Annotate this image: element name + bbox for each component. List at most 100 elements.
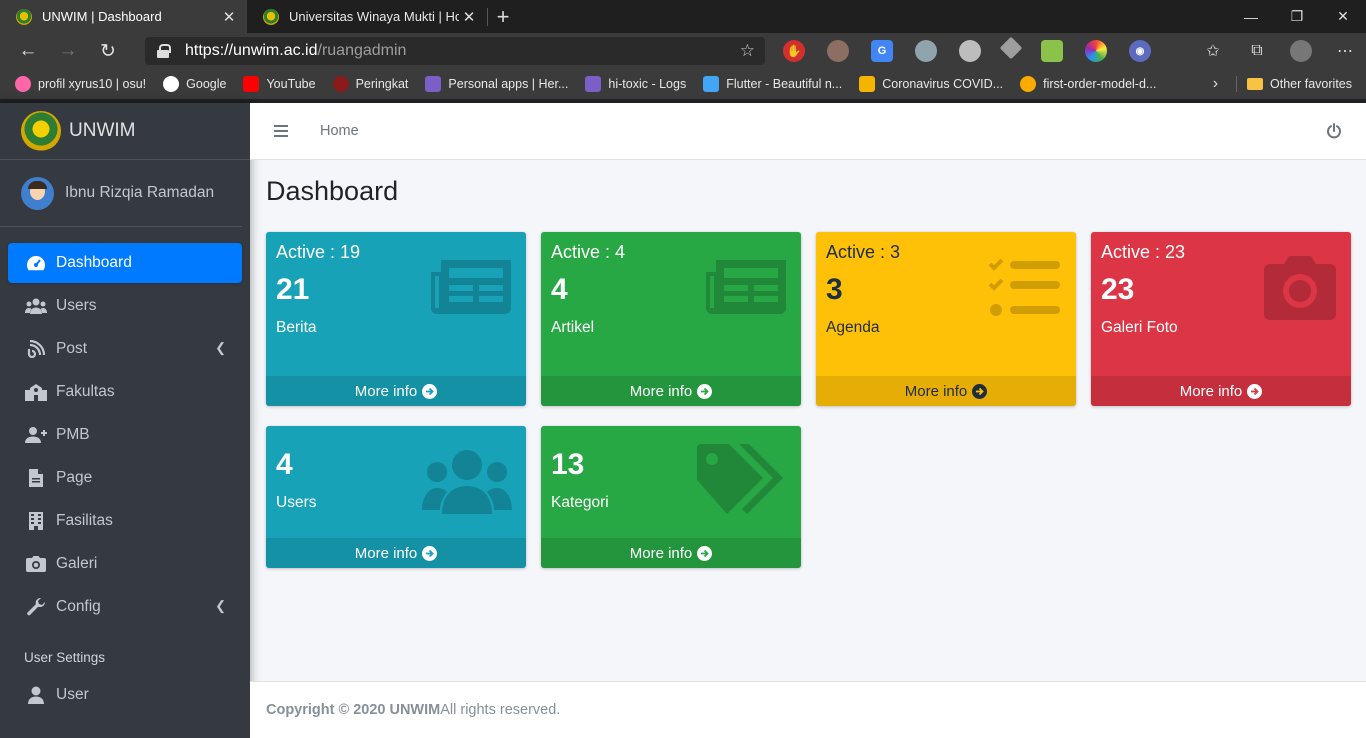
sidebar-item-users[interactable]: Users	[8, 286, 242, 326]
address-bar-row: ← → ↻ https://unwim.ac.id/ruangadmin ☆ ✋…	[0, 33, 1366, 69]
more-info-link[interactable]: More info	[1091, 376, 1351, 406]
sidebar-item-label: Fakultas	[56, 383, 115, 400]
sidebar-item-user[interactable]: User	[8, 675, 242, 715]
collections-icon[interactable]: ⧉	[1246, 40, 1268, 62]
minimize-icon[interactable]: —	[1228, 0, 1274, 33]
brand-link[interactable]: UNWIM	[0, 103, 250, 160]
sidebar-item-pmb[interactable]: PMB	[8, 415, 242, 455]
more-info-link[interactable]: More info	[541, 538, 801, 568]
chevron-left-icon: ❮	[215, 598, 226, 613]
other-favorites-link[interactable]: Other favorites	[1270, 77, 1352, 91]
sidebar-item-fakultas[interactable]: Fakultas	[8, 372, 242, 412]
stat-box-artikel: Active : 4 4 Artikel More info	[541, 232, 801, 406]
sidebar-item-post[interactable]: Post ❮	[8, 329, 242, 369]
tasks-icon	[988, 258, 1060, 321]
discord-icon[interactable]: ◉	[1129, 40, 1151, 62]
forward-icon[interactable]: →	[48, 40, 88, 62]
extension-owl-icon[interactable]	[827, 40, 849, 62]
wrench-icon	[25, 597, 47, 617]
drive-icon[interactable]	[999, 36, 1023, 60]
restore-icon[interactable]: ❐	[1274, 0, 1320, 33]
stat-label: Berita	[276, 319, 317, 336]
more-info-link[interactable]: More info	[266, 538, 526, 568]
sidebar-item-config[interactable]: Config ❮	[8, 587, 242, 627]
youtube-icon	[243, 76, 260, 92]
arrow-circle-right-icon	[422, 383, 438, 399]
home-link[interactable]: Home	[320, 123, 359, 139]
sidebar-item-label: Post	[56, 340, 88, 357]
close-window-icon[interactable]: ✕	[1320, 0, 1366, 33]
chevron-right-icon[interactable]: ›	[1213, 75, 1218, 93]
profile-avatar-icon[interactable]	[1290, 40, 1312, 62]
building-icon	[25, 511, 47, 531]
color-picker-icon[interactable]	[1085, 40, 1107, 62]
arrow-circle-right-icon	[697, 545, 713, 561]
bookmark-item[interactable]: Coronavirus COVID...	[859, 76, 1003, 92]
user-plus-icon	[25, 425, 47, 445]
power-icon[interactable]	[1326, 123, 1342, 139]
rights-text: All rights reserved.	[440, 702, 561, 718]
bookmark-item[interactable]: profil xyrus10 | osu!	[15, 76, 146, 92]
bookmark-item[interactable]: Personal apps | Her...	[425, 76, 568, 92]
avatar	[21, 176, 54, 210]
bookmark-item[interactable]: Peringkat	[332, 76, 408, 92]
reload-icon[interactable]: ↻	[88, 40, 128, 63]
url-input[interactable]: https://unwim.ac.id/ruangadmin ☆	[145, 37, 765, 65]
user-panel[interactable]: Ibnu Rizqia Ramadan	[0, 160, 242, 227]
bookmark-item[interactable]: first-order-model-d...	[1020, 76, 1156, 92]
users-icon	[422, 450, 512, 517]
sidebar-item-dashboard[interactable]: Dashboard	[8, 243, 242, 283]
sidebar-item-fasilitas[interactable]: Fasilitas	[8, 501, 242, 541]
close-tab-icon[interactable]: ✕	[459, 8, 479, 26]
browser-tab-home[interactable]: Universitas Winaya Mukti | Home ✕	[247, 0, 487, 33]
arrow-circle-right-icon	[697, 383, 713, 399]
bookmark-item[interactable]: Flutter - Beautiful n...	[703, 76, 842, 92]
more-info-label: More info	[354, 544, 418, 562]
favorites-icon[interactable]: ✩	[1202, 40, 1224, 62]
star-icon[interactable]: ☆	[740, 41, 755, 61]
more-info-label: More info	[1179, 382, 1243, 400]
more-menu-icon[interactable]: ⋯	[1334, 40, 1356, 62]
arrow-circle-right-icon	[422, 545, 438, 561]
sidebar-item-label: Fasilitas	[56, 512, 113, 529]
adblock-icon[interactable]: ✋	[783, 40, 805, 62]
more-info-link[interactable]: More info	[541, 376, 801, 406]
arrow-circle-right-icon	[1247, 383, 1263, 399]
admin-app: UNWIM Ibnu Rizqia Ramadan Dashboard Users…	[0, 103, 1366, 738]
sidebar-item-page[interactable]: Page	[8, 458, 242, 498]
extension-webcam-icon[interactable]	[959, 40, 981, 62]
unwim-favicon-icon	[16, 8, 32, 25]
main-footer: Copyright © 2020 UNWIM All rights reserv…	[250, 681, 1366, 738]
heroku-icon	[425, 76, 442, 92]
bookmark-label: profil xyrus10 | osu!	[38, 77, 147, 91]
sidebar-item-galeri[interactable]: Galeri	[8, 544, 242, 584]
more-info-link[interactable]: More info	[816, 376, 1076, 406]
stat-box-galeri-foto: Active : 23 23 Galeri Foto More info	[1091, 232, 1351, 406]
more-info-link[interactable]: More info	[266, 376, 526, 406]
bookmarks-bar: profil xyrus10 | osu! Google YouTube Pering…	[0, 69, 1366, 99]
bookmark-item[interactable]: Google	[163, 76, 226, 92]
stat-label: Artikel	[551, 319, 595, 336]
osu-icon	[15, 76, 31, 92]
folder-icon	[1247, 78, 1264, 90]
unwim-logo-icon	[21, 111, 61, 151]
peringkat-icon	[332, 76, 349, 92]
stat-box-users: 4 Users More info	[266, 426, 526, 568]
browser-tab-dashboard[interactable]: UNWIM | Dashboard ✕	[0, 0, 247, 33]
new-tab-button[interactable]: +	[488, 0, 518, 33]
sidebar: UNWIM Ibnu Rizqia Ramadan Dashboard Users…	[0, 103, 250, 738]
newspaper-icon	[706, 260, 786, 317]
sidebar-nav: Dashboard Users Post ❮ Fakultas PMB Page Fasili…	[0, 227, 250, 715]
users-icon	[25, 296, 47, 316]
user-icon	[25, 685, 47, 705]
extension-ring-icon[interactable]	[915, 40, 937, 62]
translate-icon[interactable]: G	[871, 40, 893, 62]
sidebar-item-label: Users	[56, 297, 97, 314]
bookmark-item[interactable]: YouTube	[243, 76, 316, 92]
menu-toggle-icon[interactable]	[274, 125, 288, 137]
close-tab-icon[interactable]: ✕	[219, 8, 239, 26]
extension-green-icon[interactable]	[1041, 40, 1063, 62]
brand-text: UNWIM	[69, 120, 136, 141]
bookmark-item[interactable]: hi-toxic - Logs	[585, 76, 686, 92]
back-icon[interactable]: ←	[8, 40, 48, 62]
